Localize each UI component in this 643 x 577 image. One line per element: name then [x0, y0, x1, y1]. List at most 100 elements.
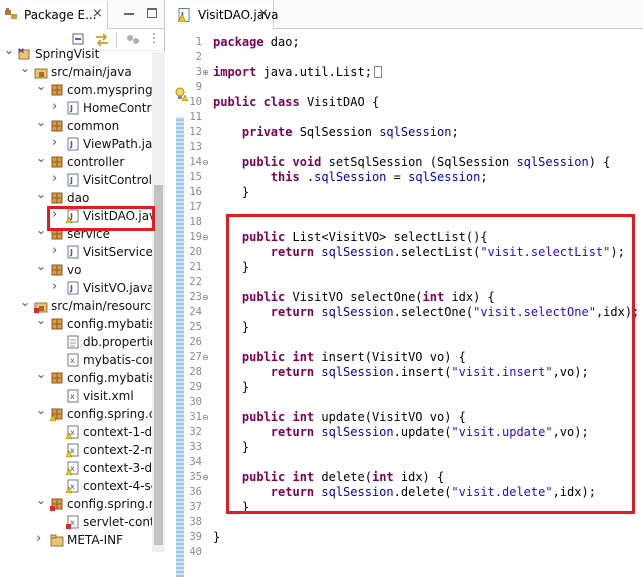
expand-arrow-icon[interactable]: ⌄ — [4, 45, 14, 59]
line-number: 40 — [189, 546, 202, 558]
code-token: SqlSession — [299, 125, 380, 139]
tree-item[interactable]: ⌄ vo — [0, 261, 152, 279]
tree-item[interactable]: › J VisitControll — [0, 171, 152, 189]
line-number: 34 — [189, 456, 202, 468]
fold-marker-icon[interactable]: ⊖ — [202, 470, 209, 485]
tree-item[interactable]: ⌄ config.mybatis — [0, 315, 152, 333]
tree-item-label: config.spring.co — [67, 407, 152, 421]
line-number: 1 — [195, 36, 202, 48]
tree-item-label: config.mybatis — [67, 317, 152, 331]
line-number: 23 — [189, 291, 202, 303]
tree-item-label: HomeContro — [83, 101, 152, 115]
fold-marker-icon[interactable]: ⊖ — [202, 155, 209, 170]
line-number: 24 — [189, 306, 202, 318]
line-number: 15 — [189, 171, 202, 183]
tree-item-label: VisitVO.java — [83, 281, 152, 295]
java-icon: J — [67, 281, 79, 295]
tree-item[interactable]: ⌄ dao — [0, 189, 152, 207]
code-token: ) { — [588, 155, 611, 169]
tree-item-label: src/main/resource — [51, 299, 152, 313]
code-token: dao; — [270, 35, 300, 49]
package-explorer-tab-label: Package E... — [24, 8, 97, 22]
collapse-arrow-icon[interactable]: › — [52, 99, 62, 116]
collapse-arrow-icon[interactable]: › — [52, 171, 62, 188]
expand-arrow-icon[interactable]: ⌄ — [20, 297, 30, 311]
expand-arrow-icon[interactable]: ⌄ — [36, 405, 46, 419]
line-number: 33 — [189, 441, 202, 453]
expand-arrow-icon[interactable]: ⌄ — [36, 261, 46, 275]
tree-item[interactable]: › J VisitVO.java — [0, 279, 152, 297]
expand-arrow-icon[interactable]: ⌄ — [36, 189, 46, 203]
collapse-arrow-icon[interactable]: › — [52, 135, 62, 152]
expand-arrow-icon[interactable]: ⌄ — [36, 153, 46, 167]
tree-item[interactable]: › J ViewPath.jav — [0, 135, 152, 153]
maximize-icon[interactable] — [147, 8, 157, 18]
tree-item[interactable]: x visit.xml — [0, 387, 152, 405]
package-icon — [51, 192, 63, 204]
line-number: 20 — [189, 246, 202, 258]
code-token: package — [213, 35, 271, 49]
code-token: java.util.List; — [263, 65, 372, 79]
tree-item-label: context-4-se — [83, 479, 152, 493]
minimize-icon[interactable] — [124, 13, 134, 15]
code-line: this .sqlSession = sqlSession; — [213, 170, 488, 185]
expand-arrow-icon[interactable]: ⌄ — [36, 117, 46, 131]
tree-item[interactable]: x servlet-conte — [0, 513, 152, 531]
tree-item[interactable]: ⌄ M SpringVisit — [0, 45, 152, 63]
code-line: } — [213, 530, 220, 545]
close-icon[interactable]: ⨯ — [92, 0, 103, 28]
close-icon[interactable]: ⨯ — [258, 0, 269, 28]
tree-item[interactable]: x context-2-m — [0, 441, 152, 459]
line-number: 38 — [189, 516, 202, 528]
fold-marker-icon[interactable]: ⊖ — [202, 290, 209, 305]
collapse-arrow-icon[interactable]: › — [36, 531, 46, 548]
tree-item[interactable]: x context-3-da — [0, 459, 152, 477]
line-number: 30 — [189, 396, 202, 408]
expand-arrow-icon[interactable]: ⌄ — [36, 81, 46, 95]
xml-icon: x — [67, 389, 79, 403]
fold-marker-icon[interactable]: ⊖ — [202, 410, 209, 425]
tree-item[interactable]: › J HomeContro — [0, 99, 152, 117]
tree-item-label: SpringVisit — [35, 47, 100, 61]
line-number-gutter: 1 2 3 ⊕ 9 10 11 12 13 14 ⊖ 15 16 17 18 19 ⊖ 20 21 22 23 ⊖ 24 25… — [172, 29, 209, 577]
svg-text:x: x — [70, 428, 75, 437]
tree-item[interactable]: ⌄ com.myspring.v — [0, 81, 152, 99]
fold-marker-icon[interactable]: ⊕ — [202, 65, 209, 80]
collapse-arrow-icon[interactable]: › — [52, 279, 62, 296]
tree-item[interactable]: › META-INF — [0, 531, 152, 549]
tree-item[interactable]: › J VisitService.j — [0, 243, 152, 261]
expand-arrow-icon[interactable]: ⌄ — [36, 225, 46, 239]
tree-scrollbar-thumb[interactable] — [154, 185, 163, 545]
line-number: 37 — [189, 501, 202, 513]
expand-arrow-icon[interactable]: ⌄ — [20, 63, 30, 77]
tree-item[interactable]: ⌄ common — [0, 117, 152, 135]
expand-arrow-icon[interactable]: ⌄ — [36, 369, 46, 383]
code-token: private — [241, 125, 300, 139]
line-number: 3 — [195, 66, 202, 78]
folded-imports-icon[interactable] — [373, 66, 382, 78]
package-icon — [51, 318, 63, 330]
tree-item-label: com.myspring.v — [67, 83, 152, 97]
tree-item[interactable]: x mybatis-con — [0, 351, 152, 369]
fold-marker-icon[interactable]: ⊖ — [202, 230, 209, 245]
tree-item[interactable]: ⌄ config.spring.co — [0, 405, 152, 423]
fold-marker-icon[interactable]: ⊖ — [202, 350, 209, 365]
tree-item[interactable]: x context-1-da — [0, 423, 152, 441]
tree-item-label: ViewPath.jav — [83, 137, 152, 151]
view-menu-icon[interactable]: ⋮ — [148, 31, 160, 45]
tree-item[interactable]: db.propertie — [0, 333, 152, 351]
tree-item[interactable]: ⌄ controller — [0, 153, 152, 171]
expand-arrow-icon[interactable]: ⌄ — [36, 495, 46, 509]
code-line: private SqlSession sqlSession; — [213, 125, 459, 140]
tree-item[interactable]: ⌄ config.mybatis. — [0, 369, 152, 387]
expand-arrow-icon[interactable]: ⌄ — [36, 315, 46, 329]
code-token: ; — [451, 125, 459, 139]
code-token: sqlSession — [516, 155, 589, 169]
tree-item[interactable]: ⌄ src/main/java — [0, 63, 152, 81]
tree-item[interactable]: ⌄ src/main/resource — [0, 297, 152, 315]
collapse-arrow-icon[interactable]: › — [52, 243, 62, 260]
tree-item[interactable]: ⌄ config.spring.m — [0, 495, 152, 513]
tree-item[interactable]: x context-4-se — [0, 477, 152, 495]
tree-item-label: mybatis-con — [83, 353, 152, 367]
